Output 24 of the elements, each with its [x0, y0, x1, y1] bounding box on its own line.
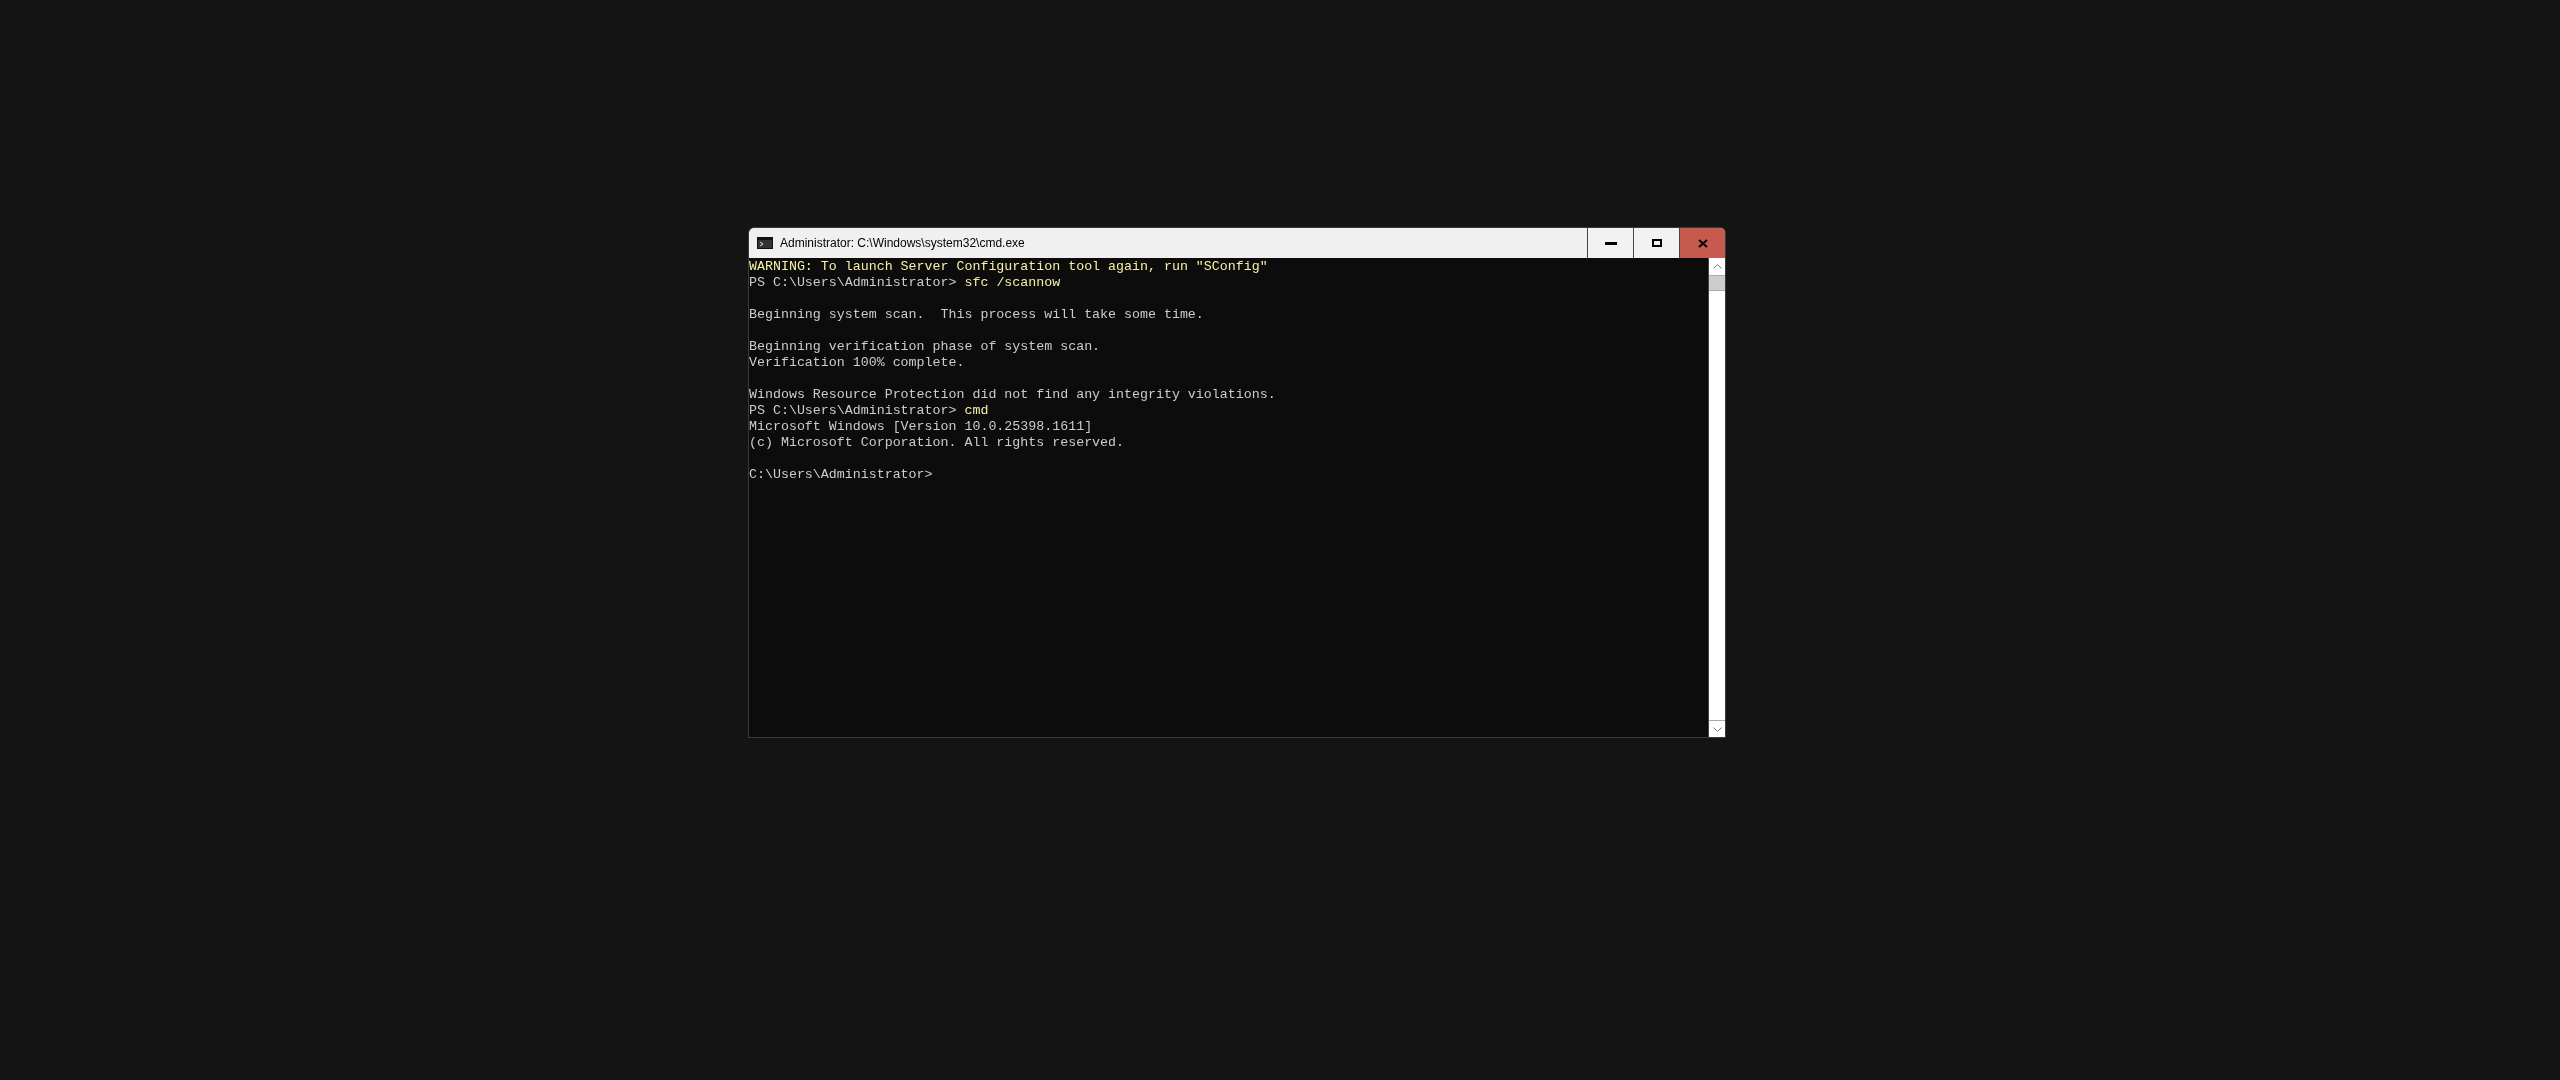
- output-line: (c) Microsoft Corporation. All rights reserved.: [749, 435, 1125, 451]
- window-title: Administrator: C:\Windows\system32\cmd.exe: [780, 235, 1025, 252]
- minimize-icon: [1604, 241, 1617, 245]
- command-text: cmd: [964, 403, 989, 419]
- scroll-up-button[interactable]: [1709, 258, 1725, 275]
- output-line: Microsoft Windows [Version 10.0.25398.1611]: [749, 419, 1093, 435]
- scroll-down-button[interactable]: [1709, 720, 1725, 737]
- command-text: sfc /scannow: [964, 275, 1061, 291]
- prompt-text: PS C:\Users\Administrator>: [749, 275, 957, 291]
- output-line: Beginning verification phase of system scan.: [749, 339, 1101, 355]
- vertical-scrollbar[interactable]: [1708, 258, 1725, 737]
- caret-down-icon: [1712, 726, 1722, 732]
- output-line: Windows Resource Protection did not find any integrity violations.: [749, 387, 1276, 403]
- caret-up-icon: [1712, 264, 1722, 269]
- output-line: Verification 100% complete.: [749, 355, 965, 371]
- prompt-text: C:\Users\Administrator>: [749, 467, 933, 483]
- close-button[interactable]: [1679, 228, 1725, 258]
- output-line: Beginning system scan. This process will take some time.: [749, 307, 1204, 323]
- maximize-icon: [1651, 239, 1662, 247]
- scrollbar-thumb[interactable]: [1709, 275, 1725, 291]
- close-icon: [1697, 238, 1708, 248]
- console-app-icon: [757, 237, 773, 249]
- prompt-text: PS C:\Users\Administrator>: [749, 403, 957, 419]
- warning-line: WARNING: To launch Server Configuration tool again, run "SConfig": [749, 259, 1268, 275]
